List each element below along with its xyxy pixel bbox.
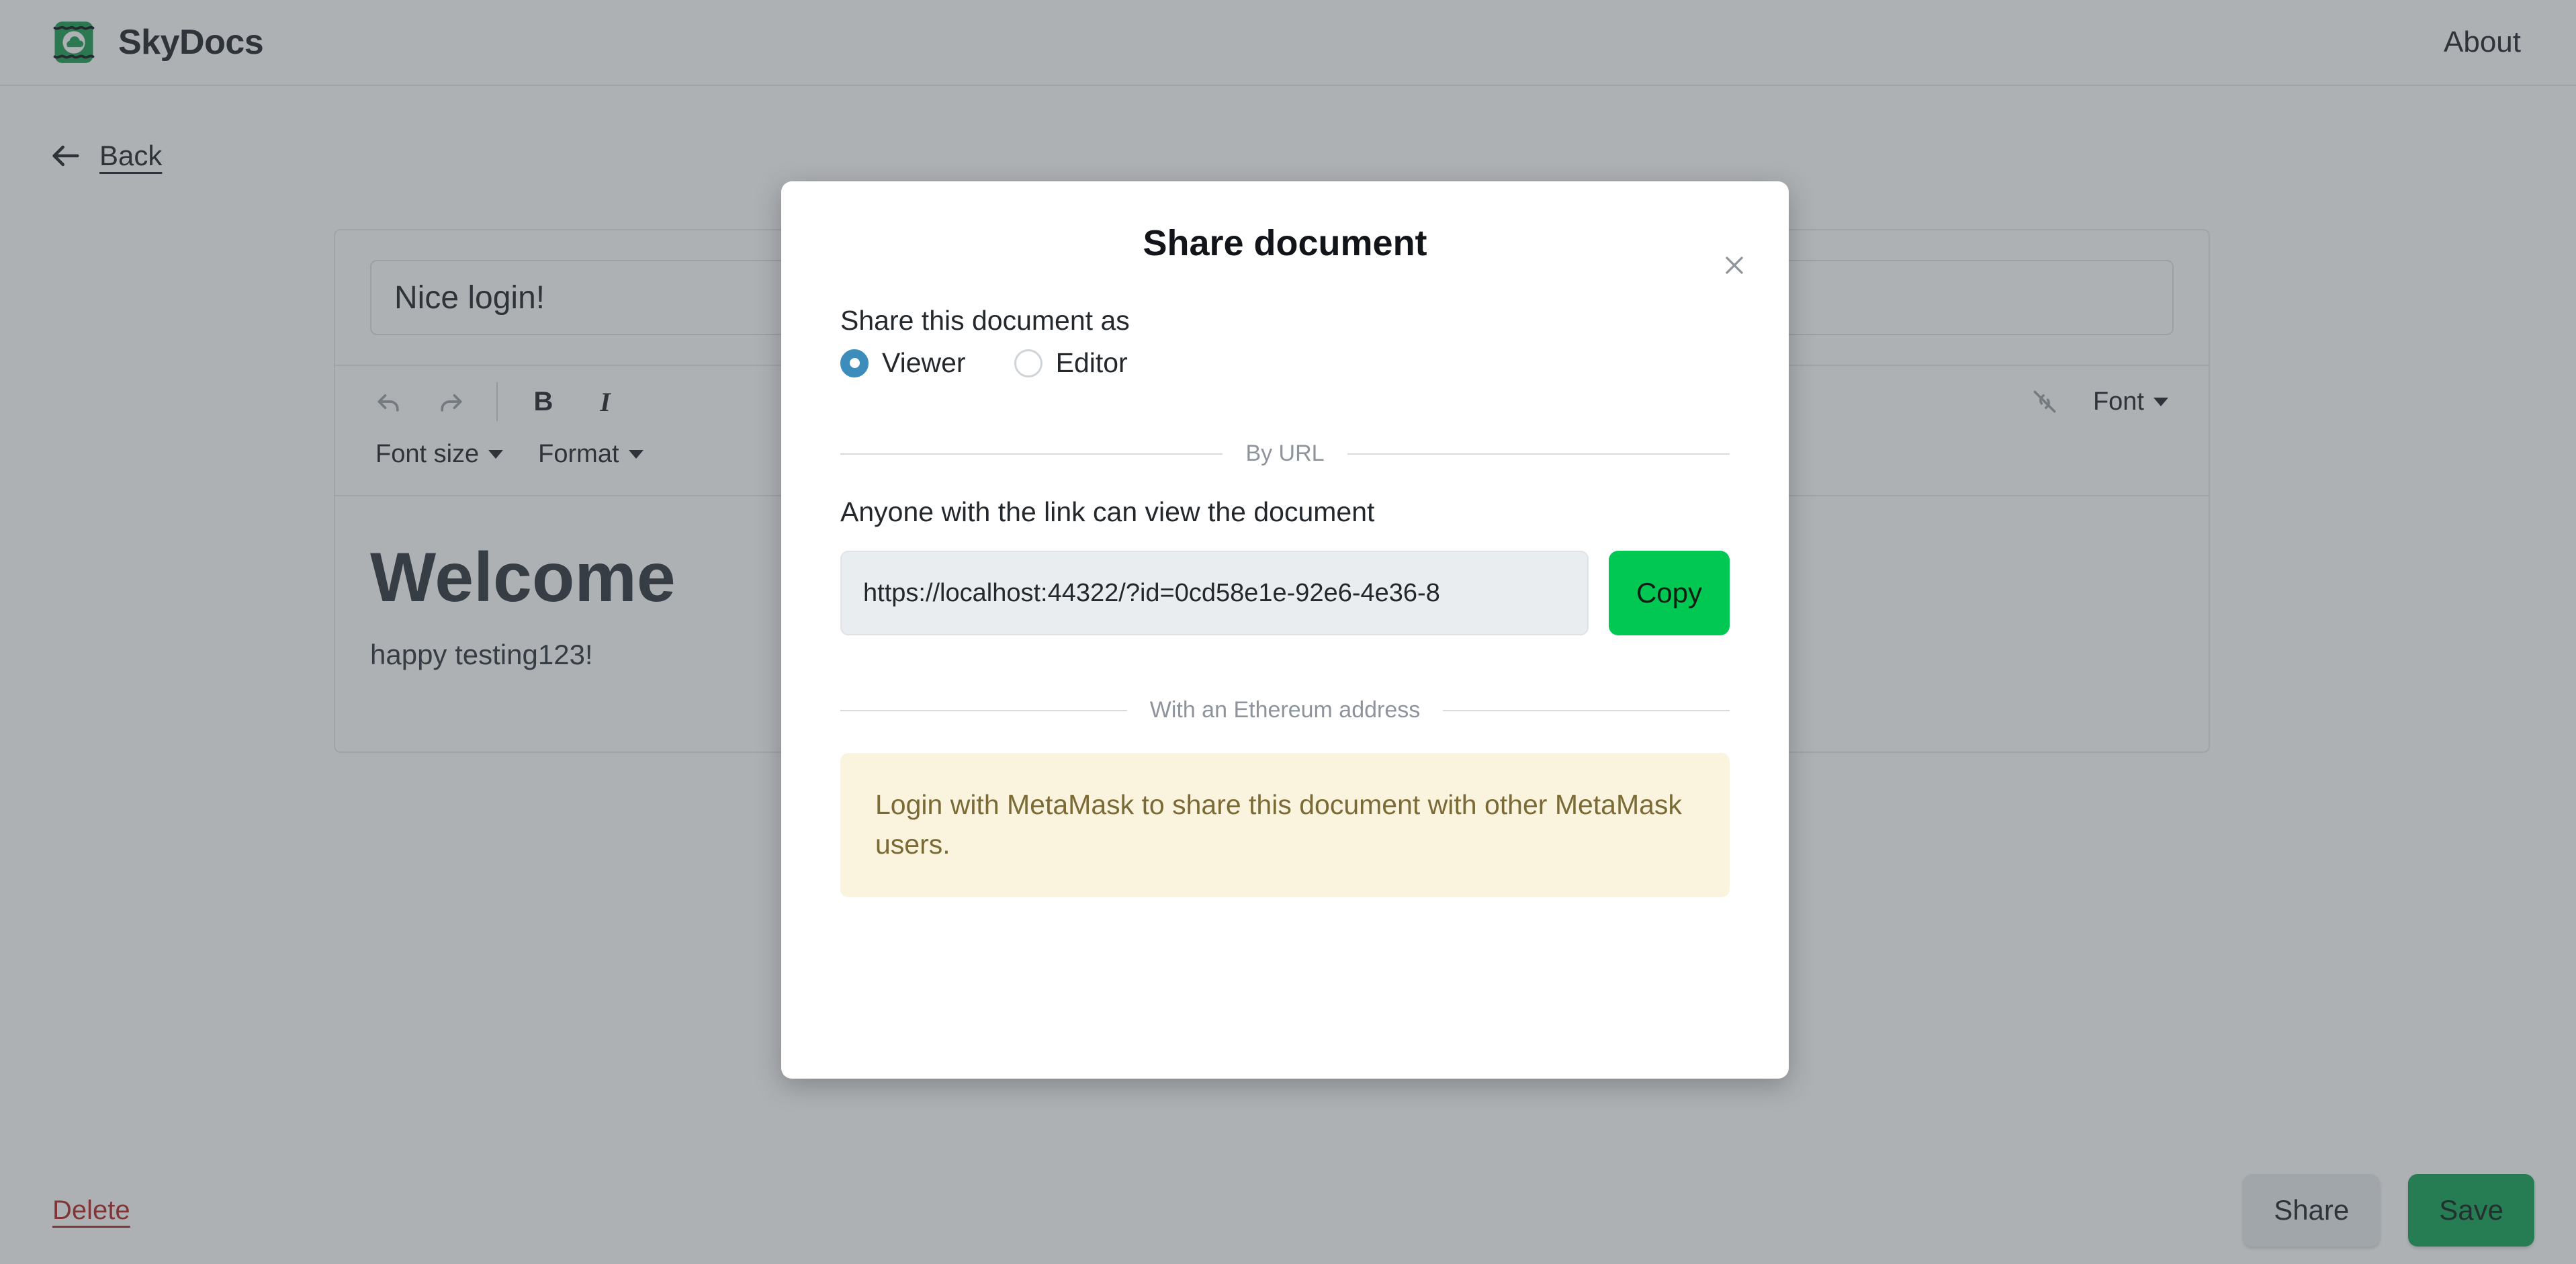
share-document-dialog: Share document Share this document as Vi… <box>781 181 1789 1079</box>
ethereum-divider: With an Ethereum address <box>840 697 1730 723</box>
divider-line-left <box>840 453 1223 455</box>
dialog-body: Share this document as Viewer Editor By … <box>781 305 1789 897</box>
close-dialog-button[interactable] <box>1715 246 1754 285</box>
ethereum-divider-label: With an Ethereum address <box>1149 697 1421 723</box>
share-url-row: Copy <box>840 551 1730 635</box>
dialog-header: Share document <box>781 181 1789 305</box>
divider-line-right <box>1443 709 1730 711</box>
by-url-divider-label: By URL <box>1245 441 1325 466</box>
role-option-editor-label: Editor <box>1055 347 1128 378</box>
share-url-input[interactable] <box>840 551 1589 635</box>
role-option-viewer-label: Viewer <box>882 347 966 378</box>
url-helper-text: Anyone with the link can view the docume… <box>840 496 1375 527</box>
by-url-divider: By URL <box>840 441 1730 467</box>
role-option-editor[interactable]: Editor <box>1014 347 1128 379</box>
divider-line-right <box>1347 453 1730 455</box>
close-icon <box>1720 251 1749 280</box>
metamask-notice: Login with MetaMask to share this docume… <box>840 753 1730 897</box>
divider-line-left <box>840 709 1127 711</box>
dialog-title: Share document <box>1143 223 1427 263</box>
radio-editor-icon[interactable] <box>1014 349 1042 377</box>
role-radio-group: Viewer Editor <box>840 347 1730 379</box>
share-as-label: Share this document as <box>840 305 1130 336</box>
radio-viewer-icon[interactable] <box>840 349 869 377</box>
role-option-viewer[interactable]: Viewer <box>840 347 966 379</box>
copy-url-button[interactable]: Copy <box>1609 551 1730 635</box>
